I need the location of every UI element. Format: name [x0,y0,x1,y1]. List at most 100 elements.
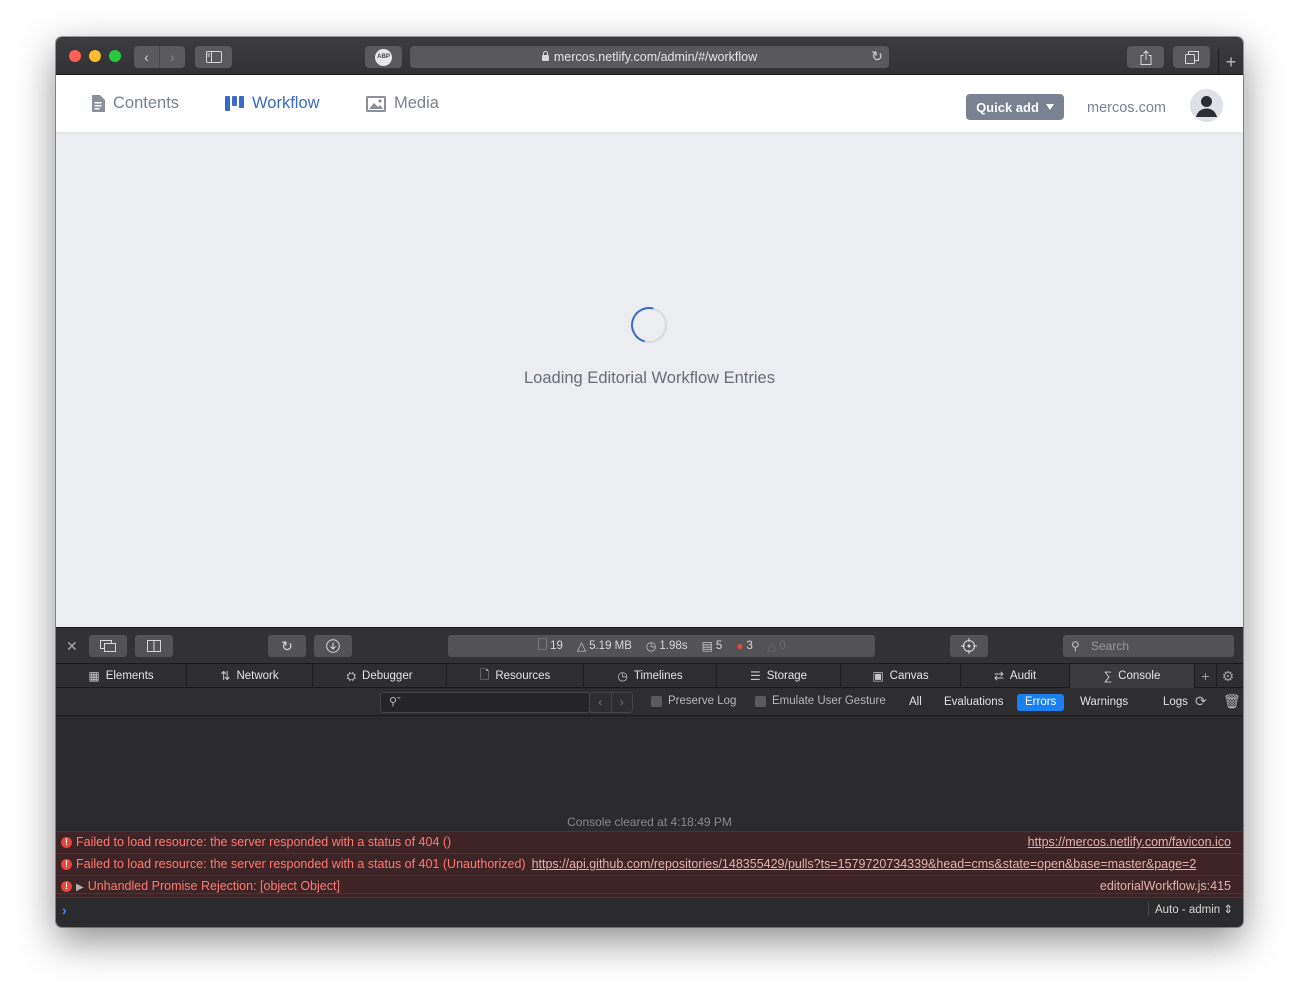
close-window-button[interactable] [69,50,81,62]
tab-audit[interactable]: ⇄ Audit [961,664,1070,688]
debugger-icon: ⛭ [346,668,357,683]
dock-side-button[interactable] [135,635,173,657]
file-icon: 🗌 [537,637,548,652]
share-icon [1140,49,1151,65]
console-filter-input[interactable]: ⚲ˇ [380,692,590,713]
filter-evaluations[interactable]: Evaluations [936,694,1011,711]
filter-result-nav: ‹ › [589,692,633,713]
error-request-link[interactable]: https://api.github.com/repositories/1483… [532,857,1197,871]
error-message: Failed to load resource: the server resp… [76,857,526,871]
close-inspector-icon[interactable]: ✕ [66,638,78,655]
tab-resources[interactable]: 🗋 Resources [447,664,584,688]
next-result-icon[interactable]: › [610,693,633,712]
network-icon: ⇅ [220,669,231,683]
error-source-link[interactable]: https://mercos.netlify.com/favicon.ico [1028,832,1231,853]
sidebar-toggle-button[interactable] [195,46,232,68]
image-icon [366,95,386,112]
tab-storage[interactable]: ☰ Storage [717,664,841,688]
adblock-icon: ABP [375,48,392,66]
resources-icon: 🗋 [479,667,490,682]
adblock-button[interactable]: ABP [365,46,402,68]
settings-gear-icon[interactable]: ⚙ [1217,664,1239,688]
filter-all[interactable]: All [901,694,930,711]
download-icon [326,639,340,653]
previous-result-icon[interactable]: ‹ [590,693,611,712]
canvas-icon: ▣ [872,669,884,683]
tab-console[interactable]: ∑ Console [1070,664,1195,688]
download-archive-button[interactable] [314,635,352,657]
title-bar: ‹ › ABP mercos.netlify.com/admin/#/workf… [56,37,1243,75]
resource-size[interactable]: △ 5.19 MB [577,639,632,653]
reload-icon: ↻ [281,637,293,654]
minimize-window-button[interactable] [89,50,101,62]
url-text: mercos.netlify.com/admin/#/workflow [553,50,758,64]
dock-window-button[interactable] [89,635,127,657]
nav-workflow[interactable]: Workflow [225,75,320,132]
nav-media[interactable]: Media [366,75,439,132]
filter-logs[interactable]: Logs [1155,694,1196,711]
console-error-row[interactable]: ! Failed to load resource: the server re… [56,854,1243,876]
filter-errors[interactable]: Errors [1017,694,1065,711]
elements-icon: ▦ [88,669,100,683]
caret-down-icon [1045,104,1054,110]
error-icon: ! [61,837,72,848]
console-cleared-message: Console cleared at 4:18:49 PM [56,812,1243,832]
tab-overview-button[interactable] [1173,46,1210,68]
emulate-gesture-checkbox[interactable]: Emulate User Gesture [755,695,886,707]
reload-page-button[interactable]: ↻ [268,635,306,657]
add-tab-icon[interactable]: + [1195,664,1217,688]
address-bar[interactable]: mercos.netlify.com/admin/#/workflow ↻ [410,46,889,68]
workflow-icon [225,96,244,111]
execution-context-selector[interactable]: Auto - admin ⇕ [1147,902,1233,916]
share-button[interactable] [1127,46,1164,68]
log-count[interactable]: ▤ 5 [702,639,723,653]
inspector-search-input[interactable]: ⚲ Search [1063,635,1234,657]
crosshair-icon [961,638,977,654]
timelines-icon: ◷ [617,669,628,683]
forward-button[interactable]: › [159,46,185,68]
console-output: Console cleared at 4:18:49 PM ! Failed t… [56,717,1243,927]
filter-warnings[interactable]: Warnings [1072,694,1136,711]
checkbox-box [651,695,662,707]
app-header: Contents Workflow Media Quick add mercos… [56,75,1243,132]
tab-canvas[interactable]: ▣ Canvas [841,664,961,688]
resources-count[interactable]: 🗌 19 [537,636,562,657]
preserve-log-checkbox[interactable]: Preserve Log [651,695,736,707]
tab-debugger[interactable]: ⛭ Debugger [313,664,447,688]
warning-icon: △ [766,639,777,653]
disclosure-triangle-icon[interactable]: ▶ [76,882,84,893]
load-time[interactable]: ◷ 1.98s [646,639,688,653]
storage-icon: ☰ [749,669,761,683]
search-icon: ⚲ [1071,639,1080,653]
console-icon: ∑ [1103,669,1113,683]
tab-timelines[interactable]: ◷ Timelines [584,664,717,688]
warning-count[interactable]: △ 0 [767,639,786,653]
browser-window: ‹ › ABP mercos.netlify.com/admin/#/workf… [56,37,1243,927]
loading-spinner [624,300,674,350]
clear-console-icon[interactable]: 🗑 [1223,693,1241,710]
quick-add-label: Quick add [976,99,1039,115]
quick-add-button[interactable]: Quick add [966,94,1064,120]
nav-workflow-label: Workflow [252,94,320,112]
avatar[interactable] [1190,89,1223,122]
error-count[interactable]: ● 3 [736,639,753,653]
nav-media-label: Media [394,94,439,112]
new-tab-button[interactable]: + [1218,49,1243,75]
tab-network[interactable]: ⇅ Network [187,664,313,688]
console-prompt-row[interactable]: › Auto - admin ⇕ [56,893,1243,927]
error-message: Unhandled Promise Rejection: [object Obj… [87,879,340,893]
clear-on-reload-icon[interactable]: ⟳ [1195,693,1207,710]
audit-icon: ⇄ [993,669,1004,683]
reload-icon[interactable]: ↻ [871,48,883,65]
error-icon: ! [61,881,72,892]
lock-icon [541,51,549,61]
tab-elements[interactable]: ▦ Elements [56,664,187,688]
nav-contents-label: Contents [113,94,180,112]
site-link[interactable]: mercos.com [1087,75,1166,141]
zoom-window-button[interactable] [109,50,121,62]
console-error-row[interactable]: ! Failed to load resource: the server re… [56,832,1243,854]
nav-contents[interactable]: Contents [91,75,179,132]
back-button[interactable]: ‹ [134,46,159,68]
element-picker-button[interactable] [950,635,988,657]
inspector-stats: 🗌 19 △ 5.19 MB ◷ 1.98s ▤ 5 ● 3 △ 0 [448,635,875,657]
